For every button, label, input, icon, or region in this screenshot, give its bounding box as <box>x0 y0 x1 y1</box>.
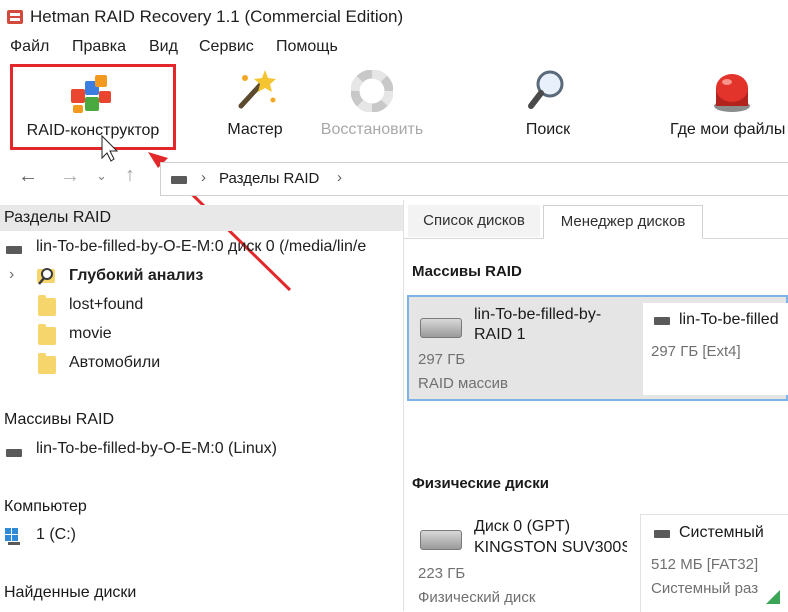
windows-drive-icon <box>5 528 20 545</box>
physical-disks-title: Физические диски <box>412 475 549 492</box>
deep-analysis-search-icon <box>37 268 55 285</box>
tree-item-folder[interactable]: movie <box>69 325 112 343</box>
drive-icon <box>654 530 670 538</box>
address-bar[interactable]: › Разделы RAID › <box>160 162 788 196</box>
section-raid-arrays[interactable]: Массивы RAID <box>0 407 403 433</box>
expand-chevron-icon[interactable]: › <box>9 266 14 284</box>
section-raid-partitions[interactable]: Разделы RAID <box>0 205 403 231</box>
tree-item-drive-c[interactable]: 1 (C:) <box>36 526 76 544</box>
disk-card-type: Физический диск <box>418 589 536 606</box>
raid-partition-size: 297 ГБ [Ext4] <box>651 343 741 360</box>
tree-item-folder[interactable]: Автомобили <box>69 354 160 372</box>
disk-card-model: KINGSTON SUV300S <box>474 539 627 556</box>
hdd-icon <box>420 318 462 338</box>
hdd-icon <box>420 530 462 550</box>
raid-arrays-title: Массивы RAID <box>412 263 522 280</box>
tab-disk-list[interactable]: Список дисков <box>408 205 540 237</box>
tree-item-raid-disk[interactable]: lin-To-be-filled-by-O-E-M:0 диск 0 (/med… <box>36 238 403 256</box>
raid-card-name: lin-To-be-filled-by- <box>474 306 602 323</box>
tree-item-folder[interactable]: lost+found <box>69 296 143 314</box>
raid-partition-name: lin-To-be-filled <box>679 311 779 328</box>
disk-card-name: Диск 0 (GPT) <box>474 518 571 535</box>
history-dropdown-icon[interactable]: ⌄ <box>96 168 107 184</box>
drive-icon <box>6 449 22 457</box>
section-found-disks[interactable]: Найденные диски <box>0 580 403 606</box>
tab-disk-manager[interactable]: Менеджер дисков <box>543 205 703 239</box>
drive-icon <box>171 176 187 184</box>
raid-card-size: 297 ГБ <box>418 351 466 368</box>
drive-icon <box>6 246 22 254</box>
up-arrow-icon[interactable]: ↑ <box>125 164 135 187</box>
system-partition-name: Системный <box>679 524 764 541</box>
disk-card-size: 223 ГБ <box>418 565 466 582</box>
chevron-right-icon[interactable]: › <box>337 169 342 186</box>
folder-icon <box>38 324 56 345</box>
breadcrumb-raid-partitions[interactable]: Разделы RAID <box>219 170 319 187</box>
folder-icon <box>38 295 56 316</box>
back-arrow-icon[interactable]: ← <box>18 165 38 188</box>
system-partition-size: 512 МБ [FAT32] <box>651 556 759 573</box>
status-check-icon <box>766 590 780 604</box>
tree-item-raid-array[interactable]: lin-To-be-filled-by-O-E-M:0 (Linux) <box>36 440 277 458</box>
pane-divider[interactable] <box>403 200 404 611</box>
raid-card-type: RAID массив <box>418 375 509 392</box>
section-computer[interactable]: Компьютер <box>0 494 403 520</box>
drive-icon <box>654 317 670 325</box>
folder-icon <box>38 353 56 374</box>
chevron-right-icon: › <box>201 169 206 186</box>
forward-arrow-icon[interactable]: → <box>60 165 80 188</box>
raid-card-level: RAID 1 <box>474 326 526 343</box>
tree-item-deep-analysis[interactable]: Глубокий анализ <box>69 267 203 285</box>
